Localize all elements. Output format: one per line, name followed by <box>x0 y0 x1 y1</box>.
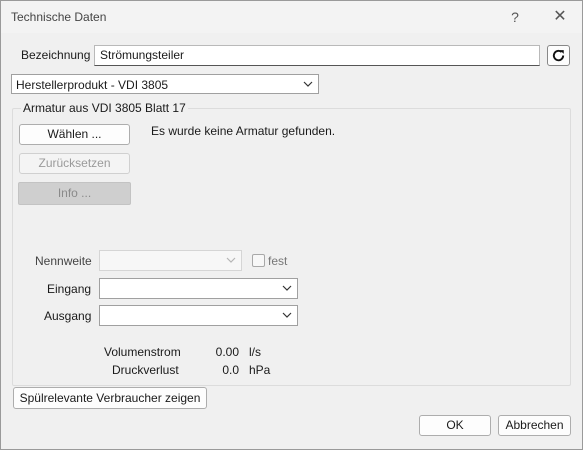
armatur-group-title: Armatur aus VDI 3805 Blatt 17 <box>21 101 188 115</box>
ok-button[interactable]: OK <box>419 415 491 436</box>
chevron-down-icon <box>282 312 292 318</box>
eingang-select[interactable] <box>99 278 298 299</box>
volumenstrom-label: Volumenstrom <box>104 345 181 359</box>
ausgang-label: Ausgang <box>44 309 92 323</box>
bezeichnung-input[interactable]: Strömungsteiler <box>94 45 540 66</box>
cancel-button[interactable]: Abbrechen <box>498 415 571 436</box>
fest-checkbox[interactable] <box>252 254 265 267</box>
product-select-value: Herstellerprodukt - VDI 3805 <box>16 78 169 92</box>
dialog-window: Technische Daten ? ✕ Bezeichnung Strömun… <box>0 0 583 450</box>
volumenstrom-unit: l/s <box>249 345 261 359</box>
chevron-down-icon <box>303 81 313 87</box>
select-armatur-button[interactable]: Wählen ... <box>19 124 130 145</box>
druckverlust-unit: hPa <box>249 363 271 377</box>
volumenstrom-value: 0.00 <box>215 345 239 359</box>
product-select[interactable]: Herstellerprodukt - VDI 3805 <box>11 74 319 94</box>
refresh-icon <box>552 49 565 62</box>
help-button[interactable]: ? <box>493 1 537 33</box>
nennweite-select[interactable] <box>99 250 242 271</box>
info-button[interactable]: Info ... <box>18 182 131 205</box>
bezeichnung-label: Bezeichnung <box>21 48 91 62</box>
chevron-down-icon <box>226 257 236 263</box>
druckverlust-value: 0.0 <box>222 363 239 377</box>
refresh-button[interactable] <box>547 45 570 66</box>
ausgang-select[interactable] <box>99 305 298 326</box>
close-button[interactable]: ✕ <box>538 1 582 33</box>
show-consumers-button[interactable]: Spülrelevante Verbraucher zeigen <box>13 387 207 409</box>
window-title: Technische Daten <box>11 10 107 24</box>
armatur-status-text: Es wurde keine Armatur gefunden. <box>151 124 336 138</box>
druckverlust-label: Druckverlust <box>112 363 179 377</box>
armatur-groupbox <box>12 108 571 386</box>
eingang-label: Eingang <box>47 282 92 296</box>
chevron-down-icon <box>282 285 292 291</box>
reset-button[interactable]: Zurücksetzen <box>19 153 130 174</box>
fest-label: fest <box>268 254 288 268</box>
nennweite-label: Nennweite <box>35 254 92 268</box>
title-bar: Technische Daten ? ✕ <box>1 1 582 33</box>
